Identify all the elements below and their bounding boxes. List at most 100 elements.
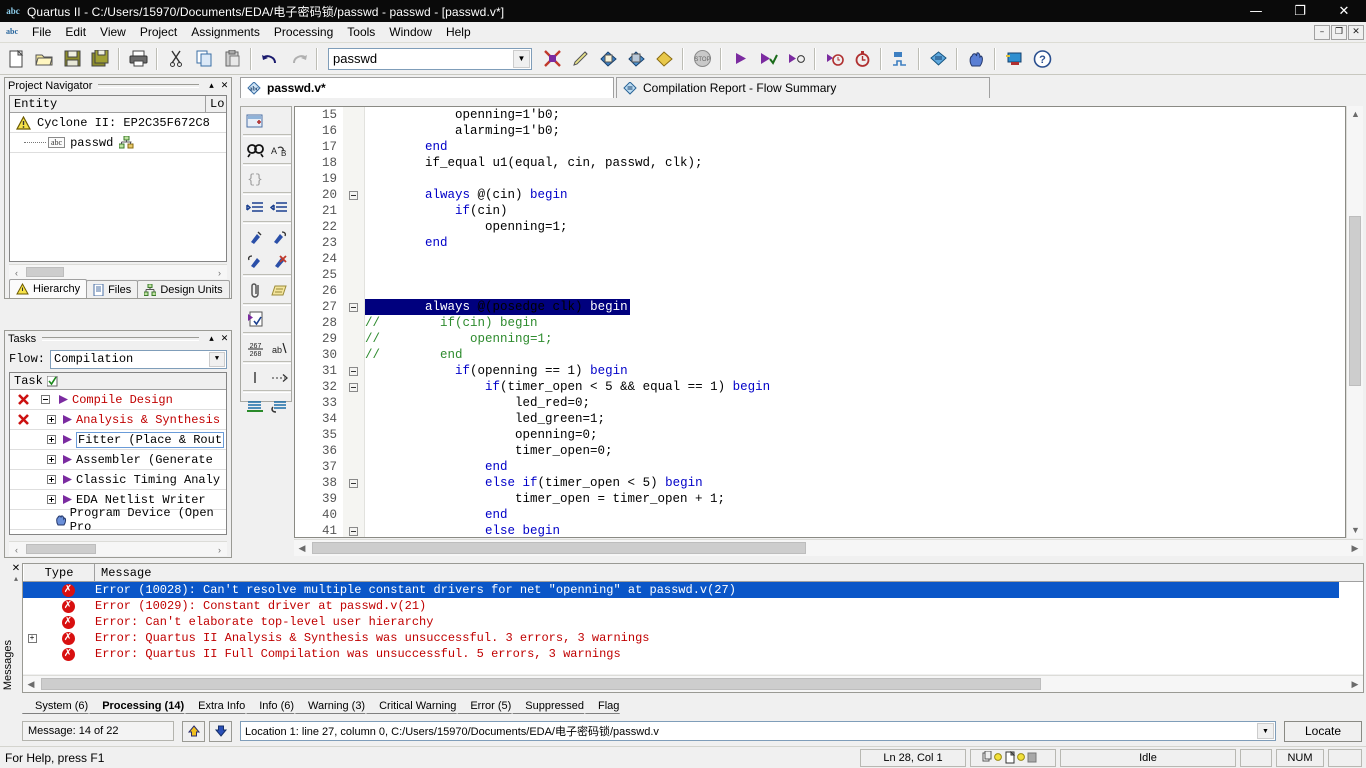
tab-warning[interactable]: Warning (3) (295, 698, 374, 714)
match-brace-icon[interactable]: {} (243, 167, 267, 191)
expander-plus-icon[interactable] (36, 435, 58, 444)
new-file-icon[interactable] (3, 46, 29, 72)
bookmark-toggle-icon[interactable] (243, 225, 267, 249)
message-row[interactable]: ✗ Error (10029): Constant driver at pass… (23, 598, 1363, 614)
tab-error[interactable]: Error (5) (457, 698, 520, 714)
show-whitespace-icon[interactable] (243, 365, 267, 389)
message-row[interactable]: ✗ Error: Can't elaborate top-level user … (23, 614, 1363, 630)
run-arrow-icon[interactable] (58, 494, 76, 505)
word-wrap-icon[interactable]: ab (267, 336, 291, 360)
note-icon[interactable] (267, 278, 291, 302)
run-arrow-icon[interactable] (58, 414, 76, 425)
tab-files[interactable]: Files (86, 280, 139, 298)
copy-icon[interactable] (191, 46, 217, 72)
code-line[interactable]: led_green=1; (365, 411, 1345, 427)
menu-project[interactable]: Project (133, 23, 184, 41)
code-line[interactable]: openning=1; (365, 219, 1345, 235)
doc-tab-compilation-report[interactable]: Compilation Report - Flow Summary (616, 77, 990, 98)
menu-processing[interactable]: Processing (267, 23, 340, 41)
programmer-hand-icon[interactable] (963, 46, 989, 72)
find-icon[interactable] (243, 138, 267, 162)
start-compilation-icon[interactable] (727, 46, 753, 72)
menu-window[interactable]: Window (382, 23, 439, 41)
project-revision-combo[interactable]: passwd ▼ (328, 47, 532, 70)
code-line[interactable]: else if(timer_open < 5) begin (365, 475, 1345, 491)
code-line[interactable]: if(timer_open < 5 && equal == 1) begin (365, 379, 1345, 395)
bookmark-next-icon[interactable] (267, 225, 291, 249)
code-line[interactable]: always @(cin) begin (365, 187, 1345, 203)
run-arrow-icon[interactable] (54, 394, 72, 405)
code-line[interactable]: // if(cin) begin (365, 315, 1345, 331)
entity-tree[interactable]: Entity Lo Cyclone II: EP2C35F672C8 abc p… (9, 95, 227, 262)
entity-row-device[interactable]: Cyclone II: EP2C35F672C8 (10, 113, 226, 133)
code-line[interactable] (365, 283, 1345, 299)
minimize-button[interactable]: — (1234, 0, 1278, 22)
scroll-right-icon[interactable]: › (212, 542, 227, 557)
uncomment-selection-icon[interactable] (267, 394, 291, 418)
timing-analyzer-icon[interactable] (821, 46, 847, 72)
cut-icon[interactable] (163, 46, 189, 72)
fitter-icon[interactable] (623, 46, 649, 72)
menu-view[interactable]: View (93, 23, 133, 41)
scroll-left-icon[interactable]: ‹ (9, 265, 24, 280)
code-line[interactable]: alarming=1'b0; (365, 123, 1345, 139)
scroll-thumb[interactable] (41, 678, 1041, 690)
editor-vscrollbar[interactable]: ▲ ▼ (1346, 106, 1363, 538)
expander-plus-icon[interactable] (36, 475, 58, 484)
start-compilation-check-icon[interactable] (783, 46, 809, 72)
locate-button[interactable]: Locate (1284, 720, 1362, 742)
chevron-down-icon[interactable]: ▼ (209, 351, 225, 367)
check-syntax-icon[interactable] (243, 307, 267, 331)
open-file-icon[interactable] (31, 46, 57, 72)
show-tabs-icon[interactable] (267, 365, 291, 389)
code-line[interactable]: timer_open = timer_open + 1; (365, 491, 1345, 507)
menu-file[interactable]: File (25, 23, 58, 41)
scroll-thumb-horizontal[interactable] (312, 542, 806, 554)
collapse-icon[interactable]: ▴ (14, 574, 18, 583)
run-arrow-icon[interactable] (58, 454, 76, 465)
collapse-icon[interactable]: ▴ (205, 80, 218, 91)
flow-combo[interactable]: Compilation ▼ (50, 349, 227, 369)
close-icon[interactable]: ✕ (218, 333, 231, 344)
code-line[interactable]: else begin (365, 523, 1345, 537)
mdi-close-button[interactable]: ✕ (1348, 25, 1364, 40)
expander-minus-icon[interactable] (36, 395, 54, 404)
find-replace-icon[interactable]: AB (267, 138, 291, 162)
redo-icon[interactable] (285, 46, 311, 72)
code-editor[interactable]: 15 16 17 18 19 20 21 22 23 24 25 26 27 28 29 30 31 32 33 34… (294, 106, 1346, 538)
scroll-left-icon[interactable]: ◀ (23, 676, 39, 693)
scroll-thumb-vertical[interactable] (1349, 216, 1361, 386)
code-line[interactable] (365, 267, 1345, 283)
code-line[interactable]: if(cin) (365, 203, 1345, 219)
assembler-icon[interactable] (651, 46, 677, 72)
fold-toggle-icon[interactable] (343, 363, 364, 379)
fold-toggle-icon[interactable] (343, 187, 364, 203)
tab-processing[interactable]: Processing (14) (89, 698, 193, 714)
run-arrow-icon[interactable] (58, 434, 76, 445)
analysis-synthesis-icon[interactable] (595, 46, 621, 72)
attach-icon[interactable] (243, 278, 267, 302)
code-folding-gutter[interactable] (343, 107, 365, 537)
task-tree[interactable]: Task Compile Design Analysis & Synthesis… (9, 372, 227, 535)
tab-info[interactable]: Info (6) (246, 698, 303, 714)
expander-plus-icon[interactable]: + (23, 633, 41, 643)
code-line[interactable]: if_equal u1(equal, cin, passwd, clk); (365, 155, 1345, 171)
undo-icon[interactable] (257, 46, 283, 72)
task-row-assembler[interactable]: Assembler (Generate (10, 450, 226, 470)
insert-template-icon[interactable] (243, 109, 267, 133)
tab-suppressed[interactable]: Suppressed (512, 698, 593, 714)
scroll-left-icon[interactable]: ◀ (294, 540, 310, 557)
next-message-button[interactable] (209, 720, 232, 742)
entity-row-passwd[interactable]: abc passwd (10, 133, 226, 153)
stop-icon[interactable]: STOP (689, 46, 715, 72)
task-row-compile-design[interactable]: Compile Design (10, 390, 226, 410)
project-navigator-hscrollbar[interactable]: ‹ › (9, 264, 227, 279)
doc-tab-passwd-v[interactable]: abc passwd.v* (240, 77, 614, 98)
maximize-button[interactable]: ❐ (1278, 0, 1322, 22)
bookmark-prev-icon[interactable] (243, 249, 267, 273)
scroll-thumb[interactable] (26, 544, 96, 554)
decrease-indent-icon[interactable] (267, 196, 291, 220)
task-row-classic-timing[interactable]: Classic Timing Analy (10, 470, 226, 490)
scroll-down-icon[interactable]: ▼ (1347, 522, 1364, 538)
fold-toggle-icon[interactable] (343, 299, 364, 315)
